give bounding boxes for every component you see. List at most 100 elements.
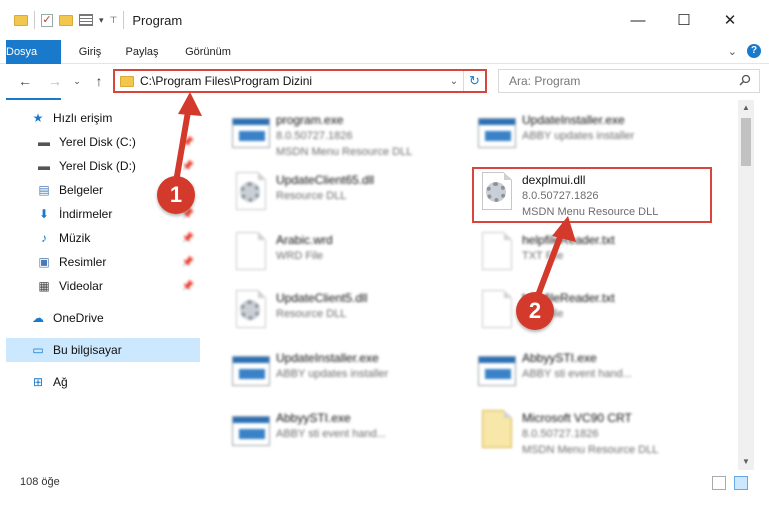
drive-icon: ▬: [38, 159, 50, 173]
sidebar-item-label: Videolar: [59, 279, 103, 293]
sidebar-item-label: Belgeler: [59, 183, 104, 197]
file-name: UpdateInstaller.exe: [276, 351, 379, 365]
file-item[interactable]: helpfileReader.txt TXT File: [476, 228, 716, 288]
address-path[interactable]: C:\Program Files\Program Dizini: [140, 74, 445, 88]
sidebar-item-videos[interactable]: ▦ Videolar 📌: [36, 274, 200, 298]
sidebar-item-onedrive[interactable]: ☁ OneDrive: [30, 306, 200, 330]
sidebar-item-music[interactable]: ♪ Müzik 📌: [36, 226, 200, 250]
sidebar-item-label: Hızlı erişim: [53, 111, 113, 125]
pin-icon[interactable]: 📌: [182, 257, 194, 268]
file-item[interactable]: UpdateInstaller.exe ABBY updates install…: [476, 108, 716, 168]
computer-icon: ▭: [32, 343, 44, 357]
tab-gorunum[interactable]: Görünüm: [178, 40, 238, 64]
sidebar-item-network[interactable]: ⊞ Ağ: [30, 370, 200, 394]
file-name: UpdateInstaller.exe: [522, 113, 625, 127]
folder-icon: [476, 410, 518, 454]
scroll-down-icon[interactable]: ▼: [738, 454, 754, 470]
sidebar-item-disk-d[interactable]: ▬ Yerel Disk (D:) 📌: [36, 154, 200, 178]
pictures-icon: ▣: [38, 255, 50, 269]
chevron-down-icon[interactable]: ▾: [99, 15, 104, 26]
star-icon: ★: [32, 111, 44, 125]
file-detail: MSDN Menu Resource DLL: [276, 146, 413, 158]
file-detail: WRD File: [276, 250, 324, 262]
vertical-scrollbar[interactable]: ▲ ▼: [738, 100, 754, 470]
properties-icon[interactable]: [79, 14, 93, 26]
video-icon: ▦: [38, 279, 50, 293]
file-item[interactable]: Arabic.wrd WRD File: [230, 228, 470, 288]
file-item[interactable]: program.exe 8.0.50727.1826 MSDN Menu Res…: [230, 108, 470, 168]
sidebar-item-label: Ağ: [53, 375, 68, 389]
file-item[interactable]: AbbyySTI.exe ABBY sti event hand...: [476, 346, 716, 406]
tab-giris[interactable]: Giriş: [70, 40, 110, 64]
tab-paylas[interactable]: Paylaş: [118, 40, 166, 64]
address-dropdown-icon[interactable]: ⌄: [445, 76, 463, 87]
recent-locations-icon[interactable]: ⌄: [66, 70, 88, 92]
forward-arrow-icon[interactable]: →: [44, 70, 66, 92]
file-item[interactable]: UpdateClient65.dll Resource DLL: [230, 168, 470, 228]
file-detail: Resource DLL: [276, 308, 347, 320]
step-2-badge: 2: [516, 292, 554, 330]
up-arrow-icon[interactable]: ↑: [88, 70, 110, 92]
window-title: Program: [132, 12, 183, 28]
sidebar-item-this-pc[interactable]: ▭ Bu bilgisayar: [6, 338, 200, 362]
back-arrow-icon[interactable]: ←: [14, 70, 36, 92]
dll-icon: [230, 172, 272, 216]
sidebar-item-label: Yerel Disk (C:): [59, 135, 136, 149]
sidebar-item-label: Yerel Disk (D:): [59, 159, 136, 173]
status-bar: 108 öğe: [0, 472, 769, 494]
tiles-view-icon[interactable]: [734, 476, 748, 490]
expand-ribbon-icon[interactable]: ⌄: [728, 45, 737, 58]
file-list: program.exe 8.0.50727.1826 MSDN Menu Res…: [210, 100, 738, 470]
maximize-button[interactable]: ☐: [661, 0, 707, 40]
documents-icon: ▤: [38, 183, 50, 197]
exe-icon: [230, 112, 272, 156]
document-icon: [476, 290, 518, 334]
sidebar-item-pictures[interactable]: ▣ Resimler 📌: [36, 250, 200, 274]
file-detail: 8.0.50727.1826: [522, 428, 599, 440]
file-name: Arabic.wrd: [276, 233, 333, 247]
sidebar-item-label: Bu bilgisayar: [53, 343, 122, 357]
exe-icon: [230, 410, 272, 454]
file-detail: ABBY sti event hand...: [276, 428, 386, 440]
minimize-button[interactable]: —: [615, 0, 661, 40]
folder-icon: [14, 14, 28, 26]
file-name: Microsoft VC90 CRT: [522, 411, 632, 425]
pin-icon[interactable]: 📌: [182, 233, 194, 244]
file-item[interactable]: AbbyySTI.exe ABBY sti event hand...: [230, 406, 470, 466]
cloud-icon: ☁: [32, 311, 44, 325]
details-view-icon[interactable]: [712, 476, 726, 490]
music-icon: ♪: [41, 231, 47, 245]
scroll-up-icon[interactable]: ▲: [738, 100, 754, 116]
ribbon-tabs: Dosya Giriş Paylaş Görünüm ⌄ ?: [0, 40, 769, 100]
address-bar[interactable]: C:\Program Files\Program Dizini ⌄ ↻: [113, 69, 487, 93]
pin-icon[interactable]: 📌: [182, 137, 194, 148]
scrollbar-thumb[interactable]: [741, 118, 751, 166]
file-detail: ABBY updates installer: [276, 368, 389, 380]
file-item[interactable]: UpdateClient5.dll Resource DLL: [230, 286, 470, 346]
pin-icon[interactable]: 📌: [182, 281, 194, 292]
file-name: AbbyySTI.exe: [276, 411, 351, 425]
file-item[interactable]: UpdateInstaller.exe ABBY updates install…: [230, 346, 470, 406]
toolbar-separator: [123, 11, 125, 29]
pin-icon[interactable]: 📌: [182, 161, 194, 172]
file-item[interactable]: Microsoft VC90 CRT 8.0.50727.1826 MSDN M…: [476, 406, 716, 466]
sidebar-item-disk-c[interactable]: ▬ Yerel Disk (C:) 📌: [36, 130, 200, 154]
help-icon[interactable]: ?: [747, 44, 761, 58]
document-icon: [476, 232, 518, 276]
title-bar: ✓ ▾ ⊤ Program — ☐ ✕: [0, 0, 769, 40]
exe-icon: [476, 112, 518, 156]
customize-toolbar-icon[interactable]: ⊤: [110, 15, 118, 26]
sidebar-item-label: İndirmeler: [59, 207, 113, 221]
network-icon: ⊞: [32, 375, 44, 389]
file-detail: ABBY updates installer: [522, 130, 635, 142]
properties-check-icon[interactable]: ✓: [41, 13, 53, 27]
file-item[interactable]: helpfileReader.txt TXT File: [476, 286, 716, 346]
new-folder-icon[interactable]: [59, 14, 73, 26]
search-placeholder: Ara: Program: [509, 74, 581, 88]
dll-icon: [230, 290, 272, 334]
sidebar-item-quick-access[interactable]: ★ Hızlı erişim: [30, 106, 200, 130]
search-input[interactable]: Ara: Program: [498, 69, 760, 93]
file-name: program.exe: [276, 113, 344, 127]
refresh-icon[interactable]: ↻: [463, 71, 485, 91]
close-button[interactable]: ✕: [707, 0, 753, 40]
